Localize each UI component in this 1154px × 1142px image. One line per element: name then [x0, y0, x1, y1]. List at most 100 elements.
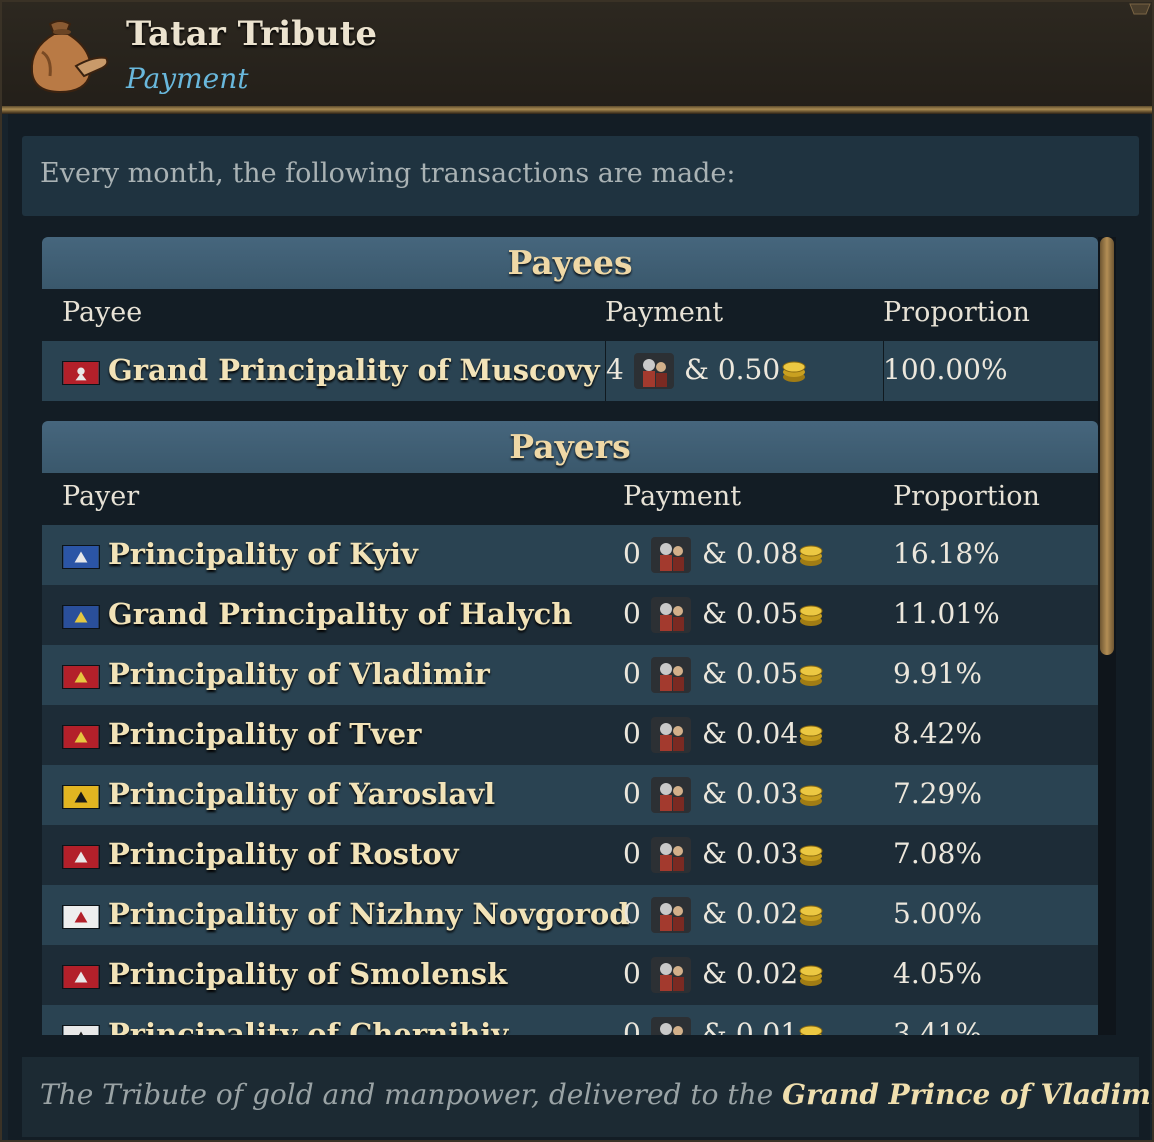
manpower-value: 0 [623, 537, 641, 570]
vladimir-flag-icon [62, 665, 100, 689]
gold-value: & 0.02 [702, 957, 799, 990]
proportion-value: 100.00% [883, 353, 1008, 386]
payer-row[interactable]: Principality of Tver 0 & 0.04 8.42% [42, 705, 1098, 765]
payer-row[interactable]: Principality of Yaroslavl 0 & 0.03 7.29% [42, 765, 1098, 825]
payment-column-header: Payment [623, 481, 742, 512]
manpower-value: 0 [623, 657, 641, 690]
manpower-icon [651, 537, 691, 573]
manpower-icon [651, 597, 691, 633]
payer-name[interactable]: Principality of Tver [108, 717, 421, 751]
proportion-value: 7.29% [893, 777, 982, 810]
rostov-flag-icon [62, 845, 100, 869]
muscovy-flag-icon [62, 361, 100, 385]
gold-coins-icon [799, 845, 823, 866]
payer-row[interactable]: Principality of Kyiv 0 & 0.08 16.18% [42, 525, 1098, 585]
manpower-value: 0 [623, 1017, 641, 1035]
panel-header: Tatar Tribute Payment [2, 2, 1152, 110]
gold-value: & 0.01 [702, 1017, 799, 1035]
proportion-value: 8.42% [893, 717, 982, 750]
manpower-icon [651, 1017, 691, 1035]
close-icon[interactable] [1128, 2, 1152, 18]
header-divider [2, 106, 1152, 114]
gold-coins-icon [782, 361, 806, 382]
payer-name[interactable]: Principality of Vladimir [108, 657, 490, 691]
payer-name[interactable]: Principality of Smolensk [108, 957, 507, 991]
payee-column-header: Payee [62, 297, 143, 328]
manpower-icon [651, 837, 691, 873]
manpower-icon [651, 897, 691, 933]
manpower-icon [651, 717, 691, 753]
nizhny-novgorod-flag-icon [62, 905, 100, 929]
payer-row[interactable]: Principality of Chernihiv 0 & 0.01 3.41% [42, 1005, 1098, 1035]
payer-name[interactable]: Principality of Rostov [108, 837, 459, 871]
payer-row[interactable]: Grand Principality of Halych 0 & 0.05 11.01… [42, 585, 1098, 645]
gold-value: & 0.50 [684, 353, 781, 386]
payer-name[interactable]: Principality of Yaroslavl [108, 777, 495, 811]
scrollbar-thumb[interactable] [1100, 237, 1114, 655]
window-subtitle: Payment [126, 62, 249, 95]
manpower-value: 0 [623, 837, 641, 870]
proportion-value: 3.41% [893, 1017, 982, 1035]
smolensk-flag-icon [62, 965, 100, 989]
gold-coins-icon [799, 665, 823, 686]
halych-flag-icon [62, 605, 100, 629]
manpower-value: 0 [623, 957, 641, 990]
manpower-icon [651, 657, 691, 693]
payer-name[interactable]: Grand Principality of Halych [108, 597, 572, 631]
gold-value: & 0.08 [702, 537, 799, 570]
manpower-icon [634, 353, 674, 389]
payee-row[interactable]: Grand Principality of Muscovy 4 & 0.50 1… [42, 341, 1098, 401]
gold-value: & 0.04 [702, 717, 799, 750]
manpower-icon [651, 957, 691, 993]
flavor-text: The Tribute of gold and manpower, delive… [40, 1078, 1152, 1111]
manpower-value: 0 [623, 897, 641, 930]
payer-name[interactable]: Principality of Chernihiv [108, 1017, 508, 1035]
gold-coins-icon [799, 1025, 823, 1035]
flavor-text-start: The Tribute of gold and manpower, delive… [40, 1078, 783, 1111]
transactions-list[interactable]: Payees Payee Payment Proportion Grand Pr… [42, 237, 1098, 1035]
intro-text: Every month, the following transactions … [40, 158, 736, 189]
proportion-column-header: Proportion [893, 481, 1040, 512]
grand-prince-link[interactable]: Grand Prince of Vladimir [782, 1078, 1152, 1111]
kyiv-flag-icon [62, 545, 100, 569]
gold-coins-icon [799, 785, 823, 806]
payee-name[interactable]: Grand Principality of Muscovy [108, 353, 600, 387]
payer-name[interactable]: Principality of Nizhny Novgorod [108, 897, 630, 931]
yaroslavl-flag-icon [62, 785, 100, 809]
manpower-value: 0 [623, 717, 641, 750]
window-title: Tatar Tribute [126, 14, 378, 54]
payer-row[interactable]: Principality of Vladimir 0 & 0.05 9.91% [42, 645, 1098, 705]
payer-row[interactable]: Principality of Smolensk 0 & 0.02 4.05% [42, 945, 1098, 1005]
gold-value: & 0.03 [702, 777, 799, 810]
payers-section-title: Payers [42, 421, 1098, 473]
gold-value: & 0.05 [702, 657, 799, 690]
payer-row[interactable]: Principality of Rostov 0 & 0.03 7.08% [42, 825, 1098, 885]
gold-coins-icon [799, 725, 823, 746]
money-pouch-icon [30, 20, 109, 94]
tver-flag-icon [62, 725, 100, 749]
gold-value: & 0.02 [702, 897, 799, 930]
payment-column-header: Payment [605, 297, 724, 328]
proportion-value: 9.91% [893, 657, 982, 690]
gold-coins-icon [799, 905, 823, 926]
tribute-panel: Tatar Tribute Payment Every month, the f… [0, 0, 1154, 1142]
manpower-icon [651, 777, 691, 813]
chernihiv-flag-icon [62, 1025, 100, 1035]
proportion-value: 5.00% [893, 897, 982, 930]
proportion-value: 11.01% [893, 597, 1000, 630]
manpower-value: 4 [606, 353, 624, 386]
proportion-value: 4.05% [893, 957, 982, 990]
gold-value: & 0.05 [702, 597, 799, 630]
proportion-value: 16.18% [893, 537, 1000, 570]
payer-name[interactable]: Principality of Kyiv [108, 537, 418, 571]
gold-coins-icon [799, 545, 823, 566]
gold-coins-icon [799, 605, 823, 626]
manpower-value: 0 [623, 597, 641, 630]
payer-row[interactable]: Principality of Nizhny Novgorod 0 & 0.02 5.… [42, 885, 1098, 945]
payer-column-header: Payer [62, 481, 140, 512]
gold-value: & 0.03 [702, 837, 799, 870]
payees-section-title: Payees [42, 237, 1098, 289]
proportion-column-header: Proportion [883, 297, 1030, 328]
gold-coins-icon [799, 965, 823, 986]
manpower-value: 0 [623, 777, 641, 810]
